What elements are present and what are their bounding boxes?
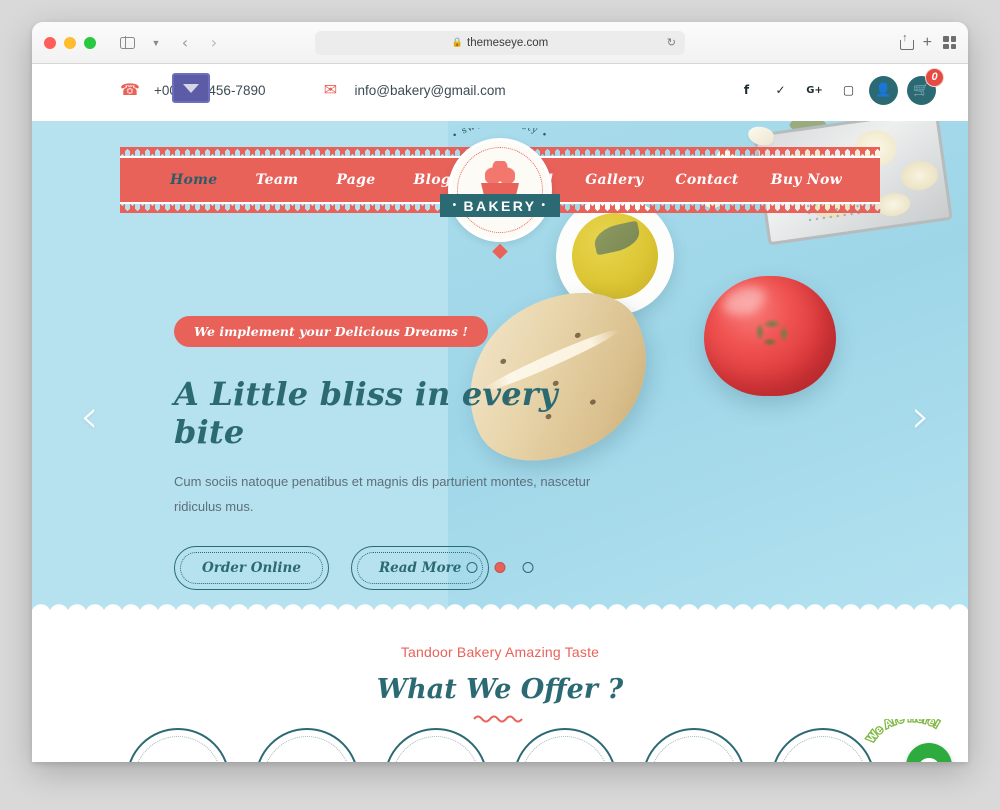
forward-arrow-icon: › bbox=[210, 33, 218, 52]
email-address: info@bakery@gmail.com bbox=[354, 82, 506, 98]
plus-icon: + bbox=[922, 33, 932, 51]
sidebar-icon bbox=[119, 36, 135, 49]
slider-prev-button[interactable]: ‹ bbox=[80, 393, 98, 439]
nav-item-blog[interactable]: Blog bbox=[413, 172, 450, 188]
hero-description: Cum sociis natoque penatibus et magnis d… bbox=[174, 474, 591, 515]
slider-dot-1[interactable] bbox=[466, 562, 478, 573]
offers-subtitle: Tandoor Bakery Amazing Taste bbox=[400, 644, 600, 660]
account-button[interactable]: 👤 bbox=[869, 75, 898, 105]
hero-scalloped-edge bbox=[32, 601, 968, 615]
account-cart-group: 👤 🛒 0 bbox=[869, 67, 944, 105]
lock-icon: 🔒 bbox=[451, 37, 464, 47]
offer-item-bread-loaf[interactable] bbox=[383, 728, 488, 762]
facebook-icon[interactable]: f bbox=[734, 77, 759, 103]
reload-icon[interactable]: ↻ bbox=[667, 36, 676, 49]
hero-buttons: Order Online Read More bbox=[174, 545, 614, 590]
nav-left-links: Home Team Page Blog bbox=[170, 172, 451, 188]
brand-name: BAKERY bbox=[463, 197, 537, 214]
wavy-divider-icon bbox=[473, 715, 523, 723]
dropdown-triangle-icon bbox=[183, 83, 199, 93]
nav-item-team[interactable]: Team bbox=[256, 172, 299, 188]
share-button[interactable] bbox=[899, 33, 914, 50]
maximize-window-button[interactable] bbox=[84, 36, 96, 49]
offer-item-cookies[interactable] bbox=[254, 728, 359, 762]
offers-title: What We Offer ? bbox=[376, 674, 624, 705]
logo-arc-label: • sweet & tasty • bbox=[450, 128, 548, 142]
envelope-icon: ✉ bbox=[323, 82, 338, 99]
tomato-stem bbox=[754, 318, 790, 346]
instagram-icon[interactable]: ▢ bbox=[836, 77, 861, 103]
offer-item-cupcake-heart[interactable] bbox=[512, 728, 617, 762]
nav-item-home[interactable]: Home bbox=[170, 172, 218, 188]
hero-content: We implement your Delicious Dreams ! A L… bbox=[174, 316, 614, 590]
tomato-highlight bbox=[719, 281, 769, 321]
close-window-button[interactable] bbox=[44, 36, 56, 49]
slider-next-button[interactable]: › bbox=[912, 393, 930, 439]
offer-item-pie[interactable] bbox=[641, 728, 746, 762]
site-logo[interactable]: • sweet & tasty • BAKERY bbox=[440, 128, 560, 260]
url-text: themeseye.com bbox=[467, 36, 549, 49]
nav-item-buy-now[interactable]: Buy Now bbox=[771, 172, 842, 188]
phone-icon: ☎ bbox=[120, 82, 140, 99]
window-controls bbox=[44, 36, 96, 49]
chat-widget-label: We Are Here! bbox=[864, 719, 943, 746]
share-icon bbox=[899, 33, 914, 50]
offers-section: Tandoor Bakery Amazing Taste What We Off… bbox=[32, 615, 968, 762]
page-dropdown-control[interactable] bbox=[172, 73, 210, 103]
logo-ribbon: BAKERY bbox=[440, 194, 560, 217]
browser-window: ▼ ‹ › 🔒 themeseye.com ↻ + bbox=[32, 22, 968, 762]
user-icon: 👤 bbox=[875, 82, 892, 97]
toolbar-right-group: + bbox=[899, 33, 956, 52]
hero-title: A Little bliss in every bite bbox=[174, 375, 558, 451]
twitter-icon[interactable]: ✓ bbox=[768, 77, 793, 103]
page-viewport: We implement your Delicious Dreams ! A L… bbox=[32, 64, 968, 762]
hero-badge: We implement your Delicious Dreams ! bbox=[174, 316, 488, 347]
toolbar-left-group: ▼ ‹ › bbox=[114, 31, 227, 55]
email-contact[interactable]: ✉ info@bakery@gmail.com bbox=[317, 80, 506, 100]
svg-text:• sweet & tasty •: • sweet & tasty • bbox=[450, 128, 549, 142]
nav-item-page[interactable]: Page bbox=[336, 172, 375, 188]
slider-dots bbox=[466, 562, 534, 573]
chat-widget[interactable]: We Are Here! bbox=[862, 719, 958, 762]
slider-dot-3[interactable] bbox=[522, 562, 534, 573]
read-more-label: Read More bbox=[356, 551, 484, 584]
browser-toolbar: ▼ ‹ › 🔒 themeseye.com ↻ + bbox=[32, 22, 968, 64]
back-button[interactable]: ‹ bbox=[172, 31, 198, 55]
google-plus-icon[interactable]: G+ bbox=[802, 77, 827, 103]
forward-button[interactable]: › bbox=[201, 31, 227, 55]
offer-item-tiered-cake[interactable] bbox=[770, 728, 875, 762]
order-online-button[interactable]: Order Online bbox=[174, 545, 329, 590]
offers-icon-row bbox=[32, 728, 968, 762]
sidebar-dropdown-button[interactable]: ▼ bbox=[143, 31, 169, 55]
nav-item-gallery[interactable]: Gallery bbox=[585, 172, 643, 188]
social-links: f ✓ G+ ▢ bbox=[734, 77, 861, 103]
logo-arc-text: • sweet & tasty • bbox=[450, 128, 549, 142]
cheese-flake bbox=[746, 125, 776, 147]
order-online-label: Order Online bbox=[180, 551, 323, 584]
new-tab-button[interactable]: + bbox=[923, 34, 932, 52]
back-arrow-icon: ‹ bbox=[181, 33, 189, 52]
sidebar-toggle-button[interactable] bbox=[114, 31, 140, 55]
cart-button[interactable]: 🛒 0 bbox=[907, 67, 944, 105]
tomato-image bbox=[704, 276, 836, 396]
chevron-down-icon: ▼ bbox=[151, 37, 161, 48]
address-bar[interactable]: 🔒 themeseye.com ↻ bbox=[315, 30, 685, 55]
svg-text:We Are Here!: We Are Here! bbox=[865, 719, 941, 745]
offer-item-cake-with-candle[interactable] bbox=[125, 728, 230, 762]
cart-count-badge: 0 bbox=[925, 67, 944, 87]
slider-dot-2[interactable] bbox=[494, 562, 506, 573]
nav-item-contact[interactable]: Contact bbox=[675, 172, 738, 188]
chat-bubble-icon bbox=[919, 757, 939, 762]
minimize-window-button[interactable] bbox=[64, 36, 76, 49]
tab-overview-button[interactable] bbox=[943, 36, 956, 49]
tab-overview-icon bbox=[943, 36, 956, 49]
